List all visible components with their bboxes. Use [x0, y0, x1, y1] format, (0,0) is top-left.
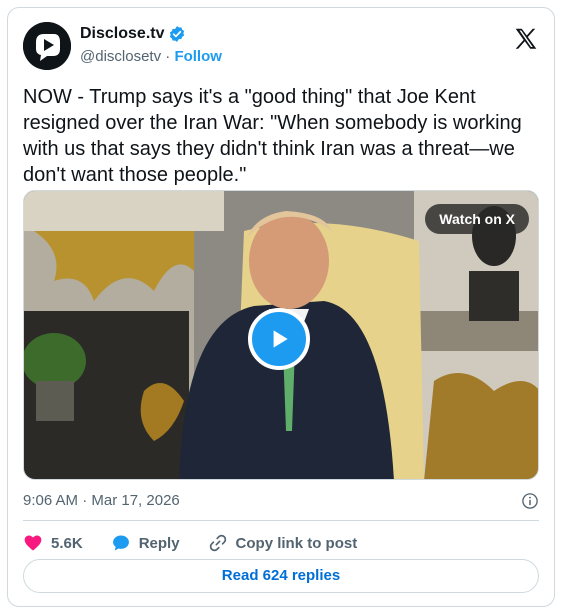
copy-link-button[interactable]: Copy link to post: [208, 533, 358, 553]
reply-bubble-icon: [112, 535, 129, 551]
meta-row: 9:06 AM · Mar 17, 2026: [23, 492, 539, 512]
tweet-header: Disclose.tv @disclosetv · Follow: [23, 22, 539, 72]
account-handle[interactable]: @disclosetv: [80, 48, 161, 65]
avatar[interactable]: [23, 22, 71, 70]
like-count: 5.6K: [51, 534, 83, 552]
follow-button[interactable]: Follow: [174, 48, 222, 65]
handle-separator: ·: [161, 48, 175, 65]
disclose-logo-icon: [23, 22, 71, 70]
name-row: Disclose.tv: [80, 25, 186, 43]
read-replies-button[interactable]: Read 624 replies: [23, 559, 539, 593]
video-player[interactable]: Watch on X: [23, 190, 539, 480]
handle-row: @disclosetv · Follow: [80, 48, 222, 65]
play-button[interactable]: [248, 308, 310, 370]
link-icon: [209, 534, 226, 552]
x-logo-icon[interactable]: [513, 26, 539, 52]
account-name[interactable]: Disclose.tv: [80, 25, 164, 43]
like-button[interactable]: 5.6K: [23, 533, 83, 553]
divider: [23, 520, 539, 521]
reply-label: Reply: [138, 534, 180, 552]
info-icon[interactable]: [521, 492, 539, 510]
watch-on-x-button[interactable]: Watch on X: [425, 204, 529, 234]
copy-link-label: Copy link to post: [235, 534, 358, 552]
verified-badge-icon: [170, 26, 185, 42]
play-icon: [273, 330, 288, 348]
reply-button[interactable]: Reply: [111, 533, 180, 553]
heart-icon: [24, 535, 42, 551]
action-bar: 5.6K Reply Copy link to post: [23, 531, 385, 555]
tweet-card: Disclose.tv @disclosetv · Follow NOW - T…: [7, 7, 555, 607]
timestamp[interactable]: 9:06 AM · Mar 17, 2026: [23, 492, 180, 509]
tweet-text: NOW - Trump says it's a "good thing" tha…: [23, 86, 522, 186]
